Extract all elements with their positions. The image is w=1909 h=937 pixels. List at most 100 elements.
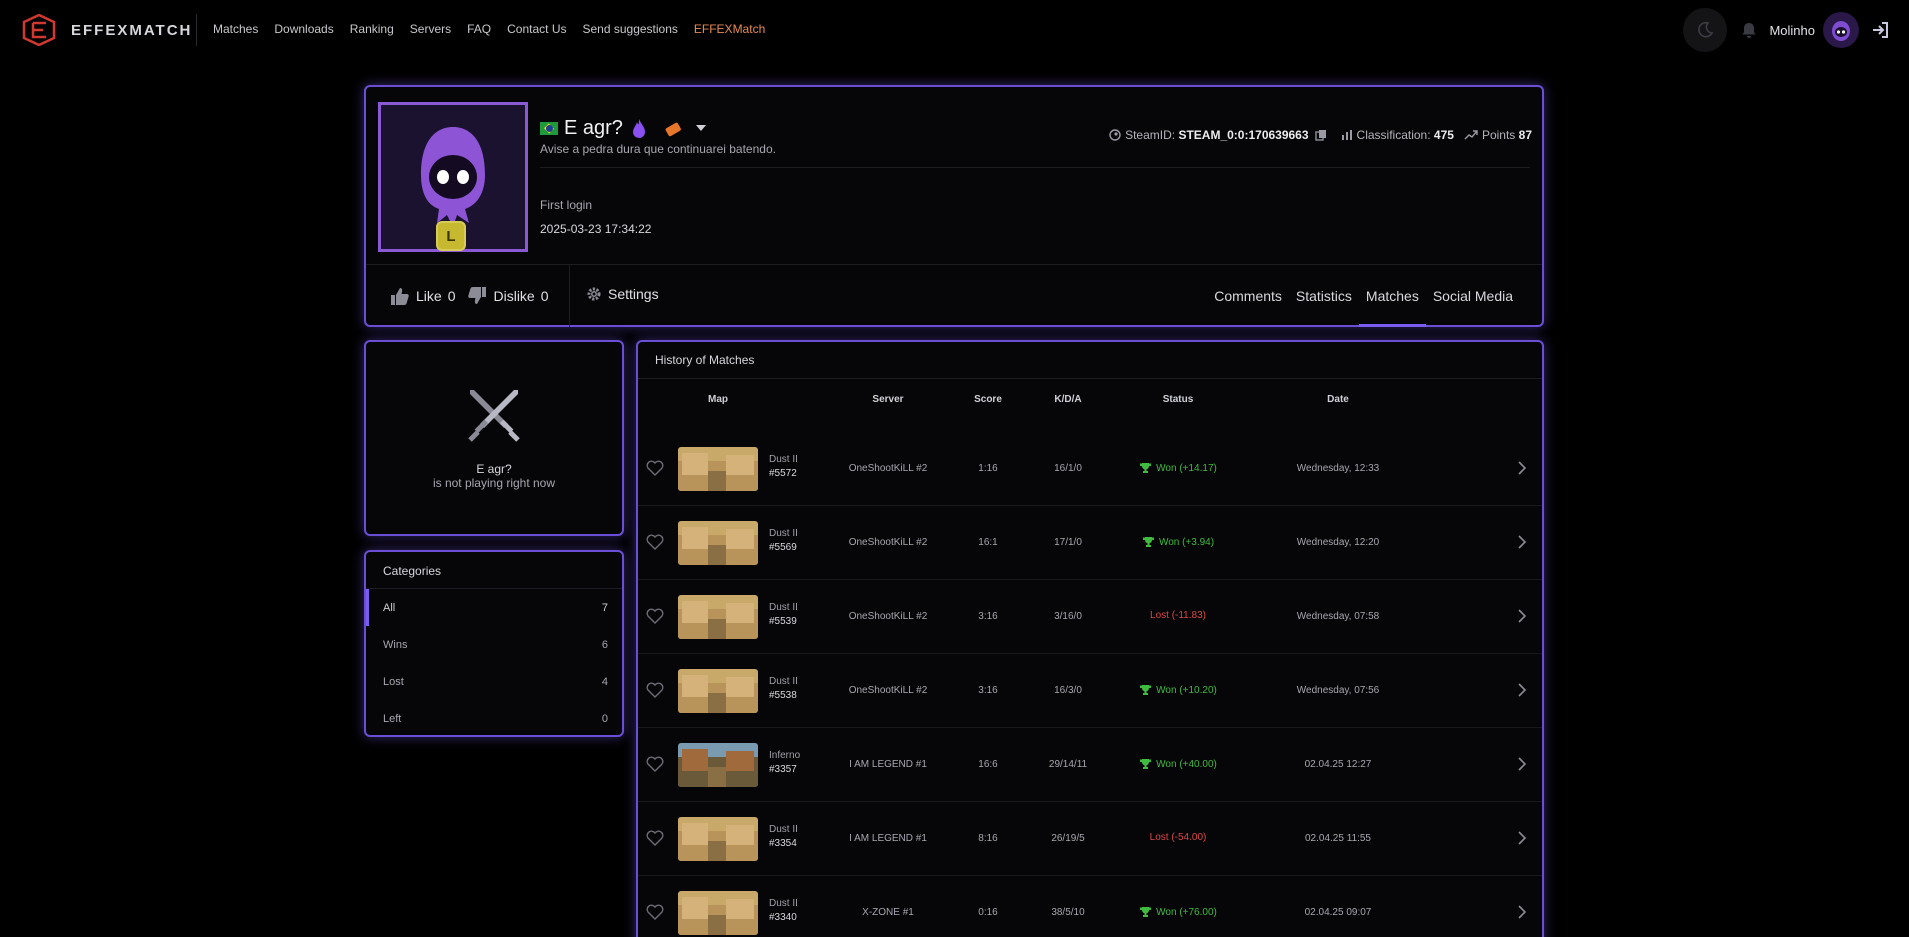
chevron-right-icon[interactable] [1517, 609, 1527, 623]
profile-bio: Avise a pedra dura que continuarei baten… [540, 142, 776, 156]
match-id[interactable]: #5569 [769, 542, 797, 553]
chevron-right-icon[interactable] [1517, 757, 1527, 771]
category-all[interactable]: All 7 [366, 589, 622, 626]
favorite-heart-icon[interactable] [646, 830, 664, 846]
match-history-title: History of Matches [655, 353, 755, 367]
chevron-down-icon[interactable] [696, 125, 706, 131]
chevron-right-icon[interactable] [1517, 683, 1527, 697]
map-preview-image [678, 521, 758, 565]
table-row[interactable]: Dust II #5569 OneShootKiLL #2 16:1 17/1/… [638, 506, 1542, 580]
ticket-icon [665, 122, 681, 137]
chevron-right-icon[interactable] [1517, 535, 1527, 549]
like-count: 0 [447, 288, 456, 304]
user-avatar[interactable] [1823, 12, 1859, 48]
nav-link-contact[interactable]: Contact Us [507, 22, 566, 36]
settings-button[interactable]: Settings [586, 286, 659, 302]
favorite-heart-icon[interactable] [646, 460, 664, 476]
theme-toggle-button[interactable] [1683, 8, 1728, 52]
copy-icon[interactable] [1314, 129, 1327, 141]
map-thumbnail[interactable] [678, 447, 758, 491]
bar-chart-icon [1341, 130, 1352, 140]
favorite-heart-icon[interactable] [646, 608, 664, 624]
match-id[interactable]: #3357 [769, 764, 797, 775]
server-name: I AM LEGEND #1 [849, 833, 927, 844]
divider [638, 378, 1542, 379]
level-badge: L [436, 221, 466, 251]
map-thumbnail[interactable] [678, 521, 758, 565]
profile-stats: SteamID: STEAM_0:0:170639663 Classificat… [1099, 128, 1532, 142]
nav-link-ranking[interactable]: Ranking [350, 22, 394, 36]
nav-link-effexmatch[interactable]: EFFEXMatch [694, 22, 765, 36]
chevron-right-icon[interactable] [1517, 461, 1527, 475]
tab-social-media[interactable]: Social Media [1426, 265, 1520, 327]
map-thumbnail[interactable] [678, 817, 758, 861]
logout-icon[interactable] [1871, 20, 1891, 40]
server-name: OneShootKiLL #2 [848, 463, 928, 474]
chevron-right-icon[interactable] [1517, 905, 1527, 919]
table-row[interactable]: Dust II #5538 OneShootKiLL #2 3:16 16/3/… [638, 654, 1542, 728]
category-wins[interactable]: Wins 6 [366, 626, 622, 663]
match-id[interactable]: #3340 [769, 912, 797, 923]
dislike-button[interactable]: Dislike 0 [467, 286, 549, 306]
reaction-bar: Like 0 Dislike 0 [390, 286, 561, 306]
table-row[interactable]: Inferno #3357 I AM LEGEND #1 16:6 29/14/… [638, 728, 1542, 802]
nav-link-suggestions[interactable]: Send suggestions [582, 22, 677, 36]
table-row[interactable]: Dust II #3354 I AM LEGEND #1 8:16 26/19/… [638, 802, 1542, 876]
category-left[interactable]: Left 0 [366, 700, 622, 737]
table-row[interactable]: Dust II #3340 X-ZONE #1 0:16 38/5/10 Won… [638, 876, 1542, 937]
category-lost[interactable]: Lost 4 [366, 663, 622, 700]
map-thumbnail[interactable] [678, 743, 758, 787]
match-date: 02.04.25 12:27 [1304, 759, 1372, 770]
trophy-icon [1140, 759, 1152, 769]
map-preview-image [678, 669, 758, 713]
favorite-heart-icon[interactable] [646, 904, 664, 920]
thumbs-up-icon [391, 288, 409, 305]
map-thumbnail[interactable] [678, 595, 758, 639]
playing-status-card: E agr? is not playing right now [364, 340, 624, 536]
table-row[interactable]: Dust II #5572 OneShootKiLL #2 1:16 16/1/… [638, 432, 1542, 506]
username[interactable]: Molinho [1769, 23, 1815, 38]
match-date: Wednesday, 12:20 [1296, 537, 1380, 548]
trophy-icon [1140, 463, 1152, 473]
chevron-right-icon[interactable] [1517, 831, 1527, 845]
like-button[interactable]: Like 0 [390, 286, 455, 306]
map-thumbnail[interactable] [678, 891, 758, 935]
server-name: I AM LEGEND #1 [849, 759, 927, 770]
nav-link-matches[interactable]: Matches [213, 22, 258, 36]
match-history-card: History of Matches Map Server Score K/D/… [636, 340, 1544, 937]
tab-statistics[interactable]: Statistics [1289, 265, 1359, 327]
dislike-label: Dislike [493, 288, 535, 304]
dislike-count: 0 [540, 288, 549, 304]
settings-label: Settings [608, 286, 659, 302]
first-login-label: First login [540, 198, 593, 212]
tab-matches[interactable]: Matches [1358, 265, 1426, 327]
match-id[interactable]: #5538 [769, 690, 797, 701]
match-id[interactable]: #5539 [769, 616, 797, 627]
nav-link-faq[interactable]: FAQ [467, 22, 491, 36]
map-preview-image [678, 447, 758, 491]
favorite-heart-icon[interactable] [646, 534, 664, 550]
nav-link-downloads[interactable]: Downloads [274, 22, 333, 36]
match-id[interactable]: #5572 [769, 468, 797, 479]
server-name: OneShootKiLL #2 [848, 537, 928, 548]
map-thumbnail[interactable] [678, 669, 758, 713]
table-row[interactable]: Dust II #5539 OneShootKiLL #2 3:16 3/16/… [638, 580, 1542, 654]
brand-logo[interactable]: EFFEXMATCH [22, 14, 192, 46]
favorite-heart-icon[interactable] [646, 682, 664, 698]
divider [569, 265, 570, 327]
match-id[interactable]: #3354 [769, 838, 797, 849]
top-navbar: EFFEXMATCH Matches Downloads Ranking Ser… [0, 0, 1909, 60]
nav-link-servers[interactable]: Servers [410, 22, 451, 36]
map-name: Dust II [769, 898, 798, 909]
bell-icon[interactable] [1739, 20, 1759, 40]
points-value: 87 [1518, 128, 1532, 142]
thumbs-down-icon [468, 287, 487, 304]
server-name: X-ZONE #1 [862, 907, 914, 918]
points-label: Points [1481, 128, 1516, 142]
tab-comments[interactable]: Comments [1207, 265, 1289, 327]
hood-avatar-icon [1832, 21, 1850, 41]
match-status: Lost (-54.00) [1098, 832, 1258, 843]
flame-icon [633, 119, 645, 138]
favorite-heart-icon[interactable] [646, 756, 664, 772]
category-count: 6 [601, 638, 608, 651]
